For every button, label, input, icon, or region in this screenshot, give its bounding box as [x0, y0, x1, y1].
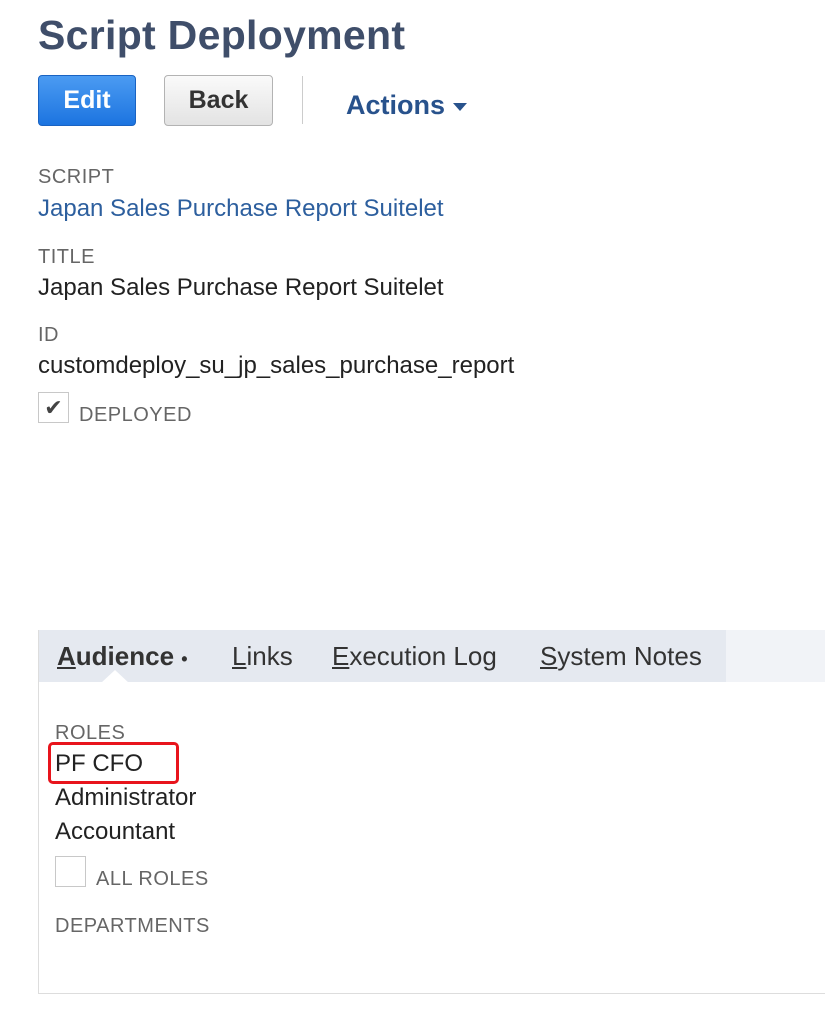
tab-execution-log-label: xecution Log — [349, 641, 497, 671]
tab-links[interactable]: Links — [232, 641, 293, 672]
id-label: ID — [38, 324, 59, 346]
tab-links-accesskey: L — [232, 641, 247, 671]
caret-down-icon — [453, 102, 468, 111]
tab-audience-accesskey: A — [57, 641, 76, 671]
tab-execution-log[interactable]: Execution Log — [332, 641, 497, 672]
tab-system-notes-accesskey: S — [540, 641, 558, 671]
edit-button[interactable]: Edit — [38, 75, 136, 126]
id-value: customdeploy_su_jp_sales_purchase_report — [38, 352, 515, 379]
tab-audience-dot: • — [181, 649, 188, 669]
tab-system-notes[interactable]: System Notes — [540, 641, 702, 672]
subtabs-panel: Audience • Links Execution Log System No… — [38, 630, 825, 994]
highlight-annotation — [48, 742, 179, 784]
actions-menu[interactable]: Actions — [346, 90, 468, 121]
tab-audience[interactable]: Audience • — [57, 641, 188, 672]
tab-execution-log-accesskey: E — [332, 641, 350, 671]
script-link[interactable]: Japan Sales Purchase Report Suitelet — [38, 195, 444, 223]
role-item: Accountant — [55, 818, 176, 845]
tab-bar-filler — [726, 630, 825, 682]
tab-audience-label: udience — [75, 641, 175, 671]
checkmark-icon: ✔ — [44, 394, 63, 420]
role-item: Administrator — [55, 784, 197, 811]
all-roles-checkbox — [55, 856, 86, 887]
title-value: Japan Sales Purchase Report Suitelet — [38, 274, 444, 301]
toolbar-divider — [302, 76, 303, 124]
departments-label: DEPARTMENTS — [55, 915, 210, 937]
active-tab-pointer — [101, 670, 129, 683]
title-label: TITLE — [38, 246, 95, 268]
actions-label: Actions — [346, 90, 446, 120]
back-button[interactable]: Back — [164, 75, 273, 126]
deployed-checkbox: ✔ — [38, 392, 69, 423]
tab-links-label: inks — [246, 641, 293, 671]
all-roles-label: ALL ROLES — [96, 868, 209, 890]
tab-system-notes-label: ystem Notes — [557, 641, 702, 671]
script-label: SCRIPT — [38, 166, 115, 188]
deployed-label: DEPLOYED — [79, 404, 192, 426]
page-title: Script Deployment — [38, 12, 406, 58]
